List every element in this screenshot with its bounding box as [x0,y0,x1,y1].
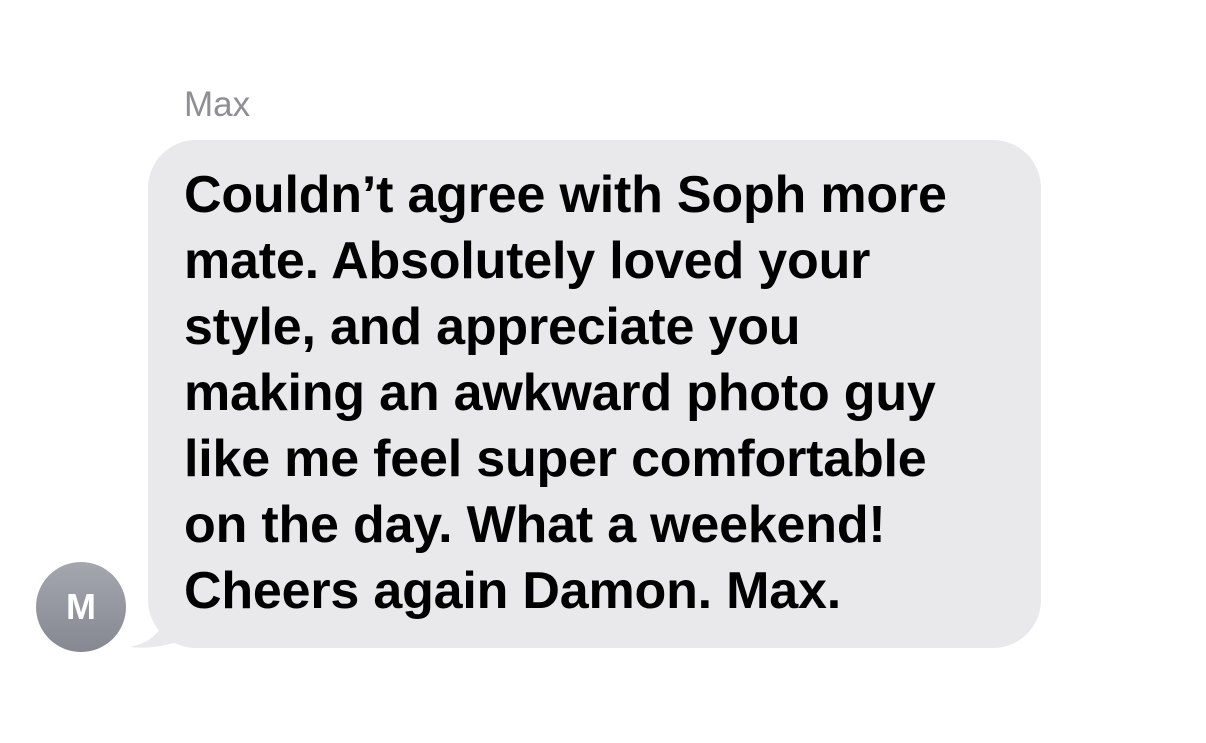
message-bubble[interactable]: Couldn’t agree with Soph more mate. Abso… [148,140,1041,648]
sender-name: Max [184,85,251,124]
message-text: Couldn’t agree with Soph more mate. Abso… [184,166,947,620]
message-bubble-container[interactable]: Couldn’t agree with Soph more mate. Abso… [130,140,1042,648]
avatar-initial: M [66,586,96,627]
avatar[interactable]: M [36,562,126,652]
